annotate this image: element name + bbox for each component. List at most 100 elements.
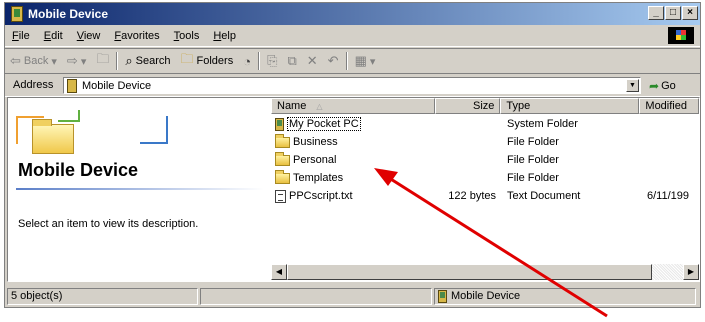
undo-icon: ↶ <box>327 53 339 68</box>
column-modified-header[interactable]: Modified <box>639 98 699 114</box>
minimize-button[interactable]: _ <box>648 6 664 20</box>
undo-button[interactable]: ↶ <box>323 53 344 69</box>
item-type: Text Document <box>507 190 581 202</box>
forward-arrow-icon: ⇨ <box>66 53 78 68</box>
explorer-window: Mobile Device _ □ × File Edit View Favor… <box>4 2 701 308</box>
go-label: Go <box>661 80 676 92</box>
title-divider <box>16 188 264 190</box>
move-to-button[interactable]: ⎘ <box>262 53 282 69</box>
address-label: Address <box>13 79 54 91</box>
status-location-label: Mobile Device <box>451 289 521 302</box>
go-arrow-icon: ➦ <box>649 79 660 93</box>
menu-view[interactable]: View <box>70 30 108 42</box>
item-name[interactable]: Business <box>293 136 338 148</box>
column-size-header[interactable]: Size <box>434 98 501 114</box>
file-list: Name △ Size Type Modified My Pocket PC Sy… <box>271 98 699 281</box>
go-button[interactable]: ➦ Go <box>649 79 676 93</box>
title-bar[interactable]: Mobile Device _ □ × <box>5 3 700 25</box>
back-label: Back <box>23 55 49 67</box>
pocket-pc-icon <box>275 117 284 131</box>
address-bar: Address Mobile Device ▼ ➦ Go <box>5 73 700 97</box>
item-size: 122 bytes <box>448 190 496 202</box>
mobile-device-icon <box>67 78 77 93</box>
up-folder-button[interactable]: 🗀 <box>91 50 114 72</box>
web-view-pane: Mobile Device Select an item to view its… <box>8 98 270 281</box>
toolbar-separator <box>116 52 119 70</box>
address-dropdown-button[interactable]: ▼ <box>626 79 639 92</box>
menu-favorites[interactable]: Favorites <box>107 30 166 42</box>
delete-icon: ✕ <box>306 53 318 68</box>
pane-description: Select an item to view its description. <box>18 218 199 230</box>
item-name[interactable]: PPCscript.txt <box>289 190 353 202</box>
history-icon: ◔ <box>243 53 252 69</box>
toolbar-separator <box>345 52 348 70</box>
item-modified: 6/11/199 <box>647 190 690 202</box>
folder-banner-graphic <box>10 104 190 154</box>
item-type: System Folder <box>507 118 578 130</box>
status-panel <box>200 287 432 305</box>
close-button[interactable]: × <box>682 6 698 20</box>
views-dropdown-icon[interactable]: ▾ <box>370 55 376 68</box>
decorative-frame <box>140 116 168 144</box>
menu-bar: File Edit View Favorites Tools Help <box>5 26 700 47</box>
status-object-count: 5 object(s) <box>7 287 198 305</box>
standard-toolbar: ⇦ Back ▾ ⇨ ▾ 🗀 ⌕ Search 🗀 Folders ◔ ⎘ ⧉ ✕ ↶ ▦… <box>5 48 700 73</box>
item-name[interactable]: My Pocket PC <box>287 117 361 131</box>
forward-button[interactable]: ⇨ ▾ <box>62 53 91 69</box>
decorative-frame <box>58 110 80 122</box>
column-header: Name △ Size Type Modified <box>271 98 699 114</box>
item-name[interactable]: Templates <box>293 172 343 184</box>
folder-icon <box>275 133 290 148</box>
mobile-device-icon <box>438 289 447 303</box>
menu-tools[interactable]: Tools <box>167 30 207 42</box>
folders-button[interactable]: 🗀 Folders <box>176 50 239 72</box>
scrollbar-thumb[interactable] <box>287 264 652 280</box>
window-controls: _ □ × <box>648 6 698 20</box>
mobile-device-icon <box>11 6 23 22</box>
up-folder-icon: 🗀 <box>96 51 110 66</box>
menu-help[interactable]: Help <box>206 30 243 42</box>
scroll-right-button[interactable]: ▶ <box>683 264 699 280</box>
folders-icon: 🗀 <box>180 51 194 66</box>
search-icon: ⌕ <box>125 53 133 68</box>
delete-button[interactable]: ✕ <box>302 53 323 69</box>
list-item[interactable]: My Pocket PC System Folder <box>271 116 699 132</box>
folders-label: Folders <box>196 55 234 67</box>
search-label: Search <box>135 55 171 67</box>
large-folder-icon <box>32 119 74 154</box>
content-area: Mobile Device Select an item to view its… <box>7 97 700 282</box>
search-button[interactable]: ⌕ Search <box>120 53 175 69</box>
toolbar-separator <box>258 52 261 70</box>
list-item[interactable]: PPCscript.txt 122 bytes Text Document 6/… <box>271 188 699 204</box>
folder-icon <box>275 169 290 184</box>
maximize-button[interactable]: □ <box>665 6 681 20</box>
text-file-icon <box>275 189 286 203</box>
copy-to-button[interactable]: ⧉ <box>282 53 301 69</box>
status-location: Mobile Device <box>434 287 696 305</box>
history-button[interactable]: ◔ <box>238 54 256 69</box>
back-button[interactable]: ⇦ Back ▾ <box>5 53 62 69</box>
item-name[interactable]: Personal <box>293 154 336 166</box>
status-bar: 5 object(s) Mobile Device <box>5 285 700 307</box>
pane-title: Mobile Device <box>18 160 139 180</box>
scroll-left-button[interactable]: ◀ <box>271 264 287 280</box>
back-dropdown-icon[interactable]: ▾ <box>51 55 57 68</box>
item-type: File Folder <box>507 172 559 184</box>
views-icon: ▦ <box>354 53 367 68</box>
address-input[interactable]: Mobile Device ▼ <box>63 77 641 94</box>
views-button[interactable]: ▦ ▾ <box>350 53 381 69</box>
sort-ascending-icon: △ <box>316 102 323 111</box>
column-type-header[interactable]: Type <box>500 98 640 114</box>
copy-to-icon: ⧉ <box>287 53 297 68</box>
list-item[interactable]: Templates File Folder <box>271 169 699 186</box>
horizontal-scrollbar[interactable]: ◀ ▶ <box>271 264 699 280</box>
address-value: Mobile Device <box>82 79 152 92</box>
windows-logo-icon <box>668 27 694 44</box>
item-type: File Folder <box>507 136 559 148</box>
menu-edit[interactable]: Edit <box>37 30 70 42</box>
list-item[interactable]: Business File Folder <box>271 133 699 150</box>
column-name-header[interactable]: Name △ <box>271 98 435 114</box>
list-item[interactable]: Personal File Folder <box>271 151 699 168</box>
forward-dropdown-icon[interactable]: ▾ <box>81 55 87 68</box>
menu-file[interactable]: File <box>5 30 37 42</box>
